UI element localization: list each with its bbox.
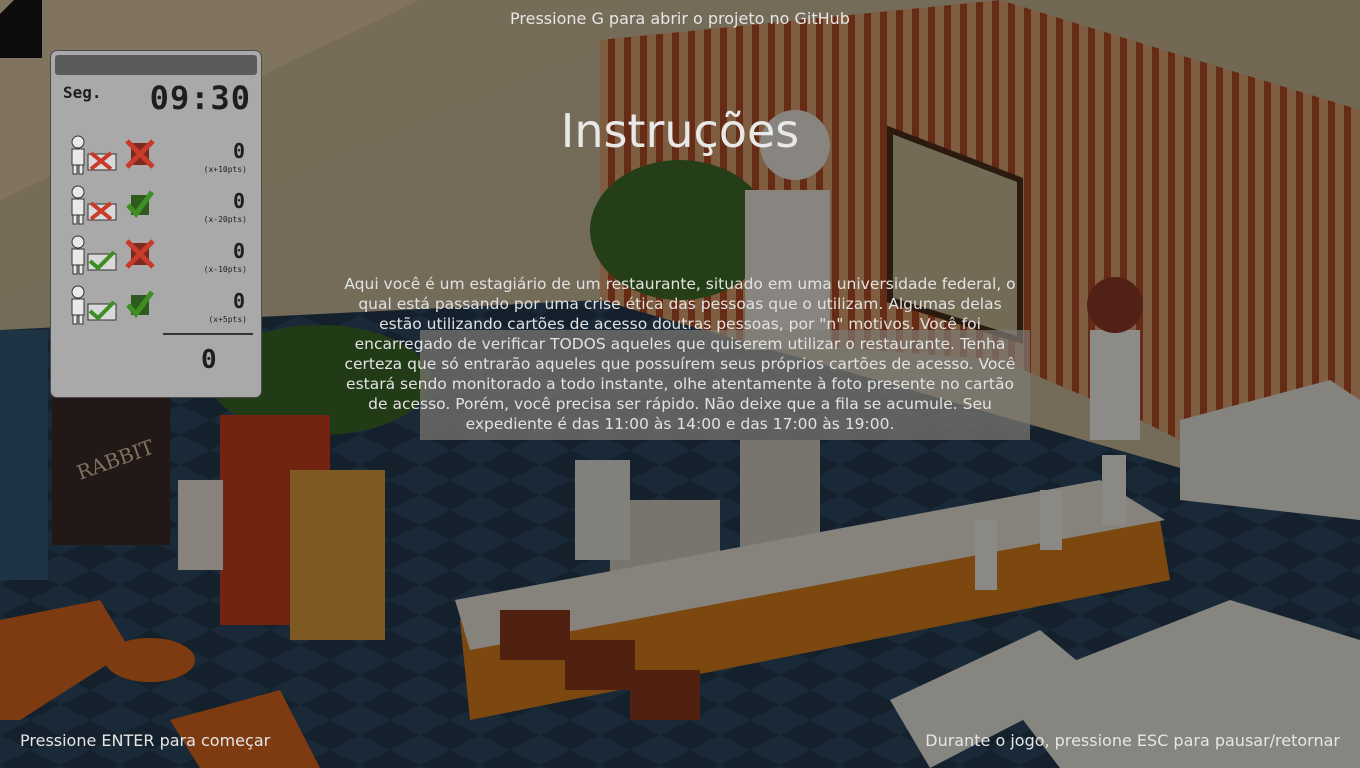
score-row-correct-card-allowed: 0 (x+5pts) bbox=[65, 283, 251, 333]
pause-hint: Durante o jogo, pressione ESC para pausa… bbox=[925, 731, 1340, 750]
row-count: 0 bbox=[232, 239, 245, 263]
row-points: (x-20pts) bbox=[203, 215, 247, 224]
person-icon bbox=[71, 185, 85, 225]
row-points: (x+10pts) bbox=[203, 165, 247, 174]
person-icon bbox=[71, 285, 85, 325]
instructions-title: Instruções bbox=[560, 104, 800, 158]
denied-icon bbox=[125, 239, 155, 269]
person-icon bbox=[71, 235, 85, 275]
wrong-card-icon bbox=[87, 201, 117, 221]
row-points: (x-10pts) bbox=[203, 265, 247, 274]
score-row-wrong-card-allowed: 0 (x-20pts) bbox=[65, 183, 251, 233]
row-count: 0 bbox=[232, 189, 245, 213]
total-score: 0 bbox=[201, 345, 217, 375]
panel-title-bar bbox=[55, 55, 257, 75]
score-panel: Seg. 09:30 0 (x+10pts) 0 (x-20pts) 0 (x-… bbox=[50, 50, 262, 398]
correct-card-icon bbox=[87, 251, 117, 271]
row-count: 0 bbox=[232, 289, 245, 313]
row-points: (x+5pts) bbox=[208, 315, 247, 324]
github-hint: Pressione G para abrir o projeto no GitH… bbox=[510, 9, 850, 28]
correct-card-icon bbox=[87, 301, 117, 321]
total-divider bbox=[163, 333, 253, 335]
start-hint: Pressione ENTER para começar bbox=[20, 731, 271, 750]
instructions-text: Aqui você é um estagiário de um restaura… bbox=[344, 275, 1016, 433]
score-row-correct-card-denied: 0 (x-10pts) bbox=[65, 233, 251, 283]
allowed-icon bbox=[126, 290, 155, 318]
day-label: Seg. bbox=[63, 83, 102, 102]
allowed-icon bbox=[126, 190, 155, 218]
